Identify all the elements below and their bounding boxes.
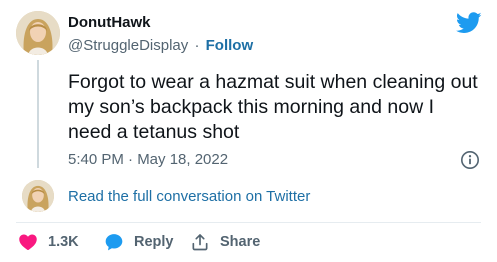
author-handle-row: @StruggleDisplay · Follow (68, 37, 253, 54)
like-button[interactable]: 1.3K (18, 225, 79, 259)
info-icon[interactable] (460, 150, 480, 170)
handle-separator: · (194, 37, 200, 54)
like-count: 1.3K (48, 234, 79, 250)
thread-connector-line (37, 60, 39, 168)
reply-label: Reply (134, 234, 174, 250)
tweet-text: Forgot to wear a hazmat suit when cleani… (68, 71, 478, 143)
tweet-embed-card: DonutHawk @StruggleDisplay · Follow Forg… (0, 0, 497, 262)
author-handle[interactable]: @StruggleDisplay (68, 37, 188, 54)
author-avatar[interactable] (16, 11, 60, 55)
tweet-actions-bar: 1.3K Reply Share (0, 225, 497, 259)
tweet-timestamp[interactable]: 5:40 PM · May 18, 2022 (68, 151, 228, 168)
author-display-name[interactable]: DonutHawk (68, 14, 151, 31)
follow-button[interactable]: Follow (206, 37, 254, 54)
conversation-avatar-image (22, 180, 54, 212)
reply-button[interactable]: Reply (104, 225, 174, 259)
speech-bubble-icon (104, 232, 124, 252)
actions-divider (16, 222, 481, 223)
read-conversation-link[interactable]: Read the full conversation on Twitter (68, 188, 310, 205)
author-avatar-image (16, 11, 60, 55)
conversation-avatar[interactable] (22, 180, 54, 212)
share-upload-icon (190, 232, 210, 252)
share-label: Share (220, 234, 261, 250)
twitter-bird-icon[interactable] (456, 12, 482, 34)
share-button[interactable]: Share (190, 225, 260, 259)
heart-icon (18, 232, 38, 252)
